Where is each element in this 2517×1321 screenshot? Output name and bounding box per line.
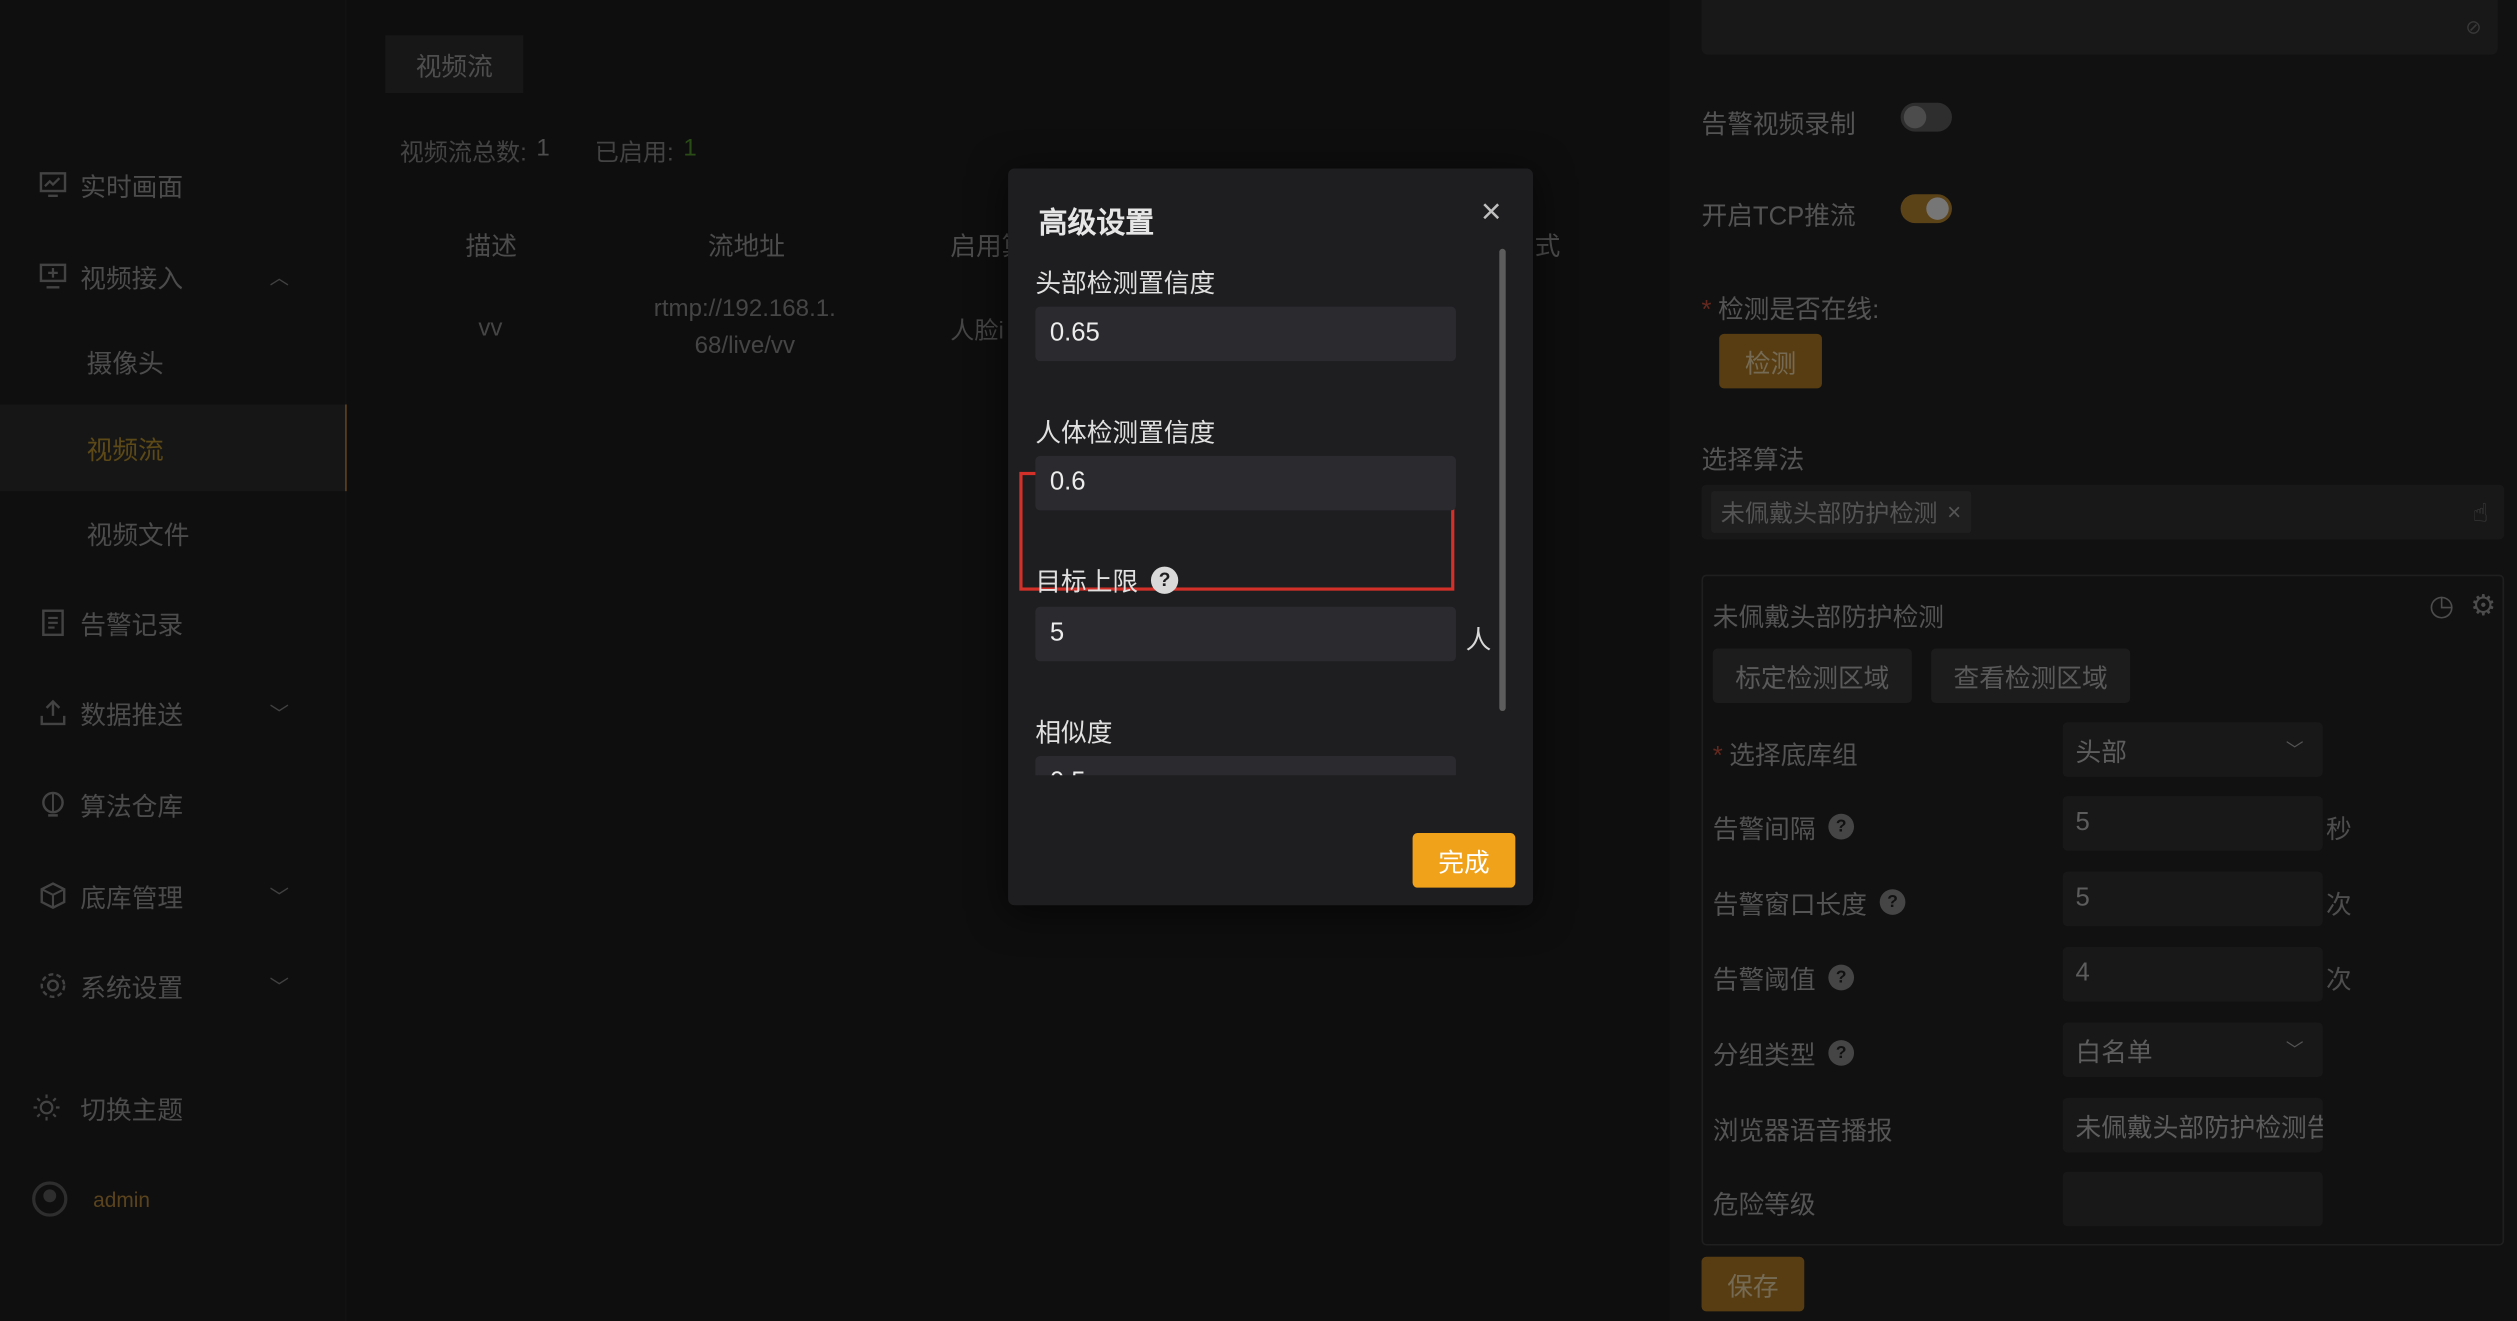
app-root: 实时画面 视频接入 ︿ 摄像头 视频流 视频文件 告警记录 数据推送 ﹀ 算法仓… xyxy=(0,0,2517,1321)
close-icon[interactable]: × xyxy=(1474,193,1509,229)
target-limit-unit: 人 xyxy=(1465,627,1492,655)
done-button[interactable]: 完成 xyxy=(1412,833,1516,888)
target-limit-input[interactable] xyxy=(1035,606,1456,662)
similarity-input[interactable] xyxy=(1035,756,1456,776)
modal-scrollbar[interactable] xyxy=(1499,248,1506,712)
head-confidence-label: 头部检测置信度 xyxy=(1035,271,1216,299)
target-limit-label-text: 目标上限 xyxy=(1035,569,1139,598)
head-confidence-input[interactable] xyxy=(1035,306,1456,362)
body-confidence-input[interactable] xyxy=(1035,455,1456,511)
body-confidence-label: 人体检测置信度 xyxy=(1035,420,1216,448)
modal-body[interactable]: 头部检测置信度 人体检测置信度 目标上限? 人 相似度 xyxy=(1008,246,1533,776)
modal-title: 高级设置 xyxy=(1038,207,1155,240)
help-icon[interactable]: ? xyxy=(1150,565,1179,594)
advanced-settings-modal: 高级设置 × 头部检测置信度 人体检测置信度 目标上限? 人 相似度 完成 xyxy=(1008,168,1533,906)
target-limit-label: 目标上限? xyxy=(1035,560,1179,599)
similarity-label: 相似度 xyxy=(1035,720,1113,748)
